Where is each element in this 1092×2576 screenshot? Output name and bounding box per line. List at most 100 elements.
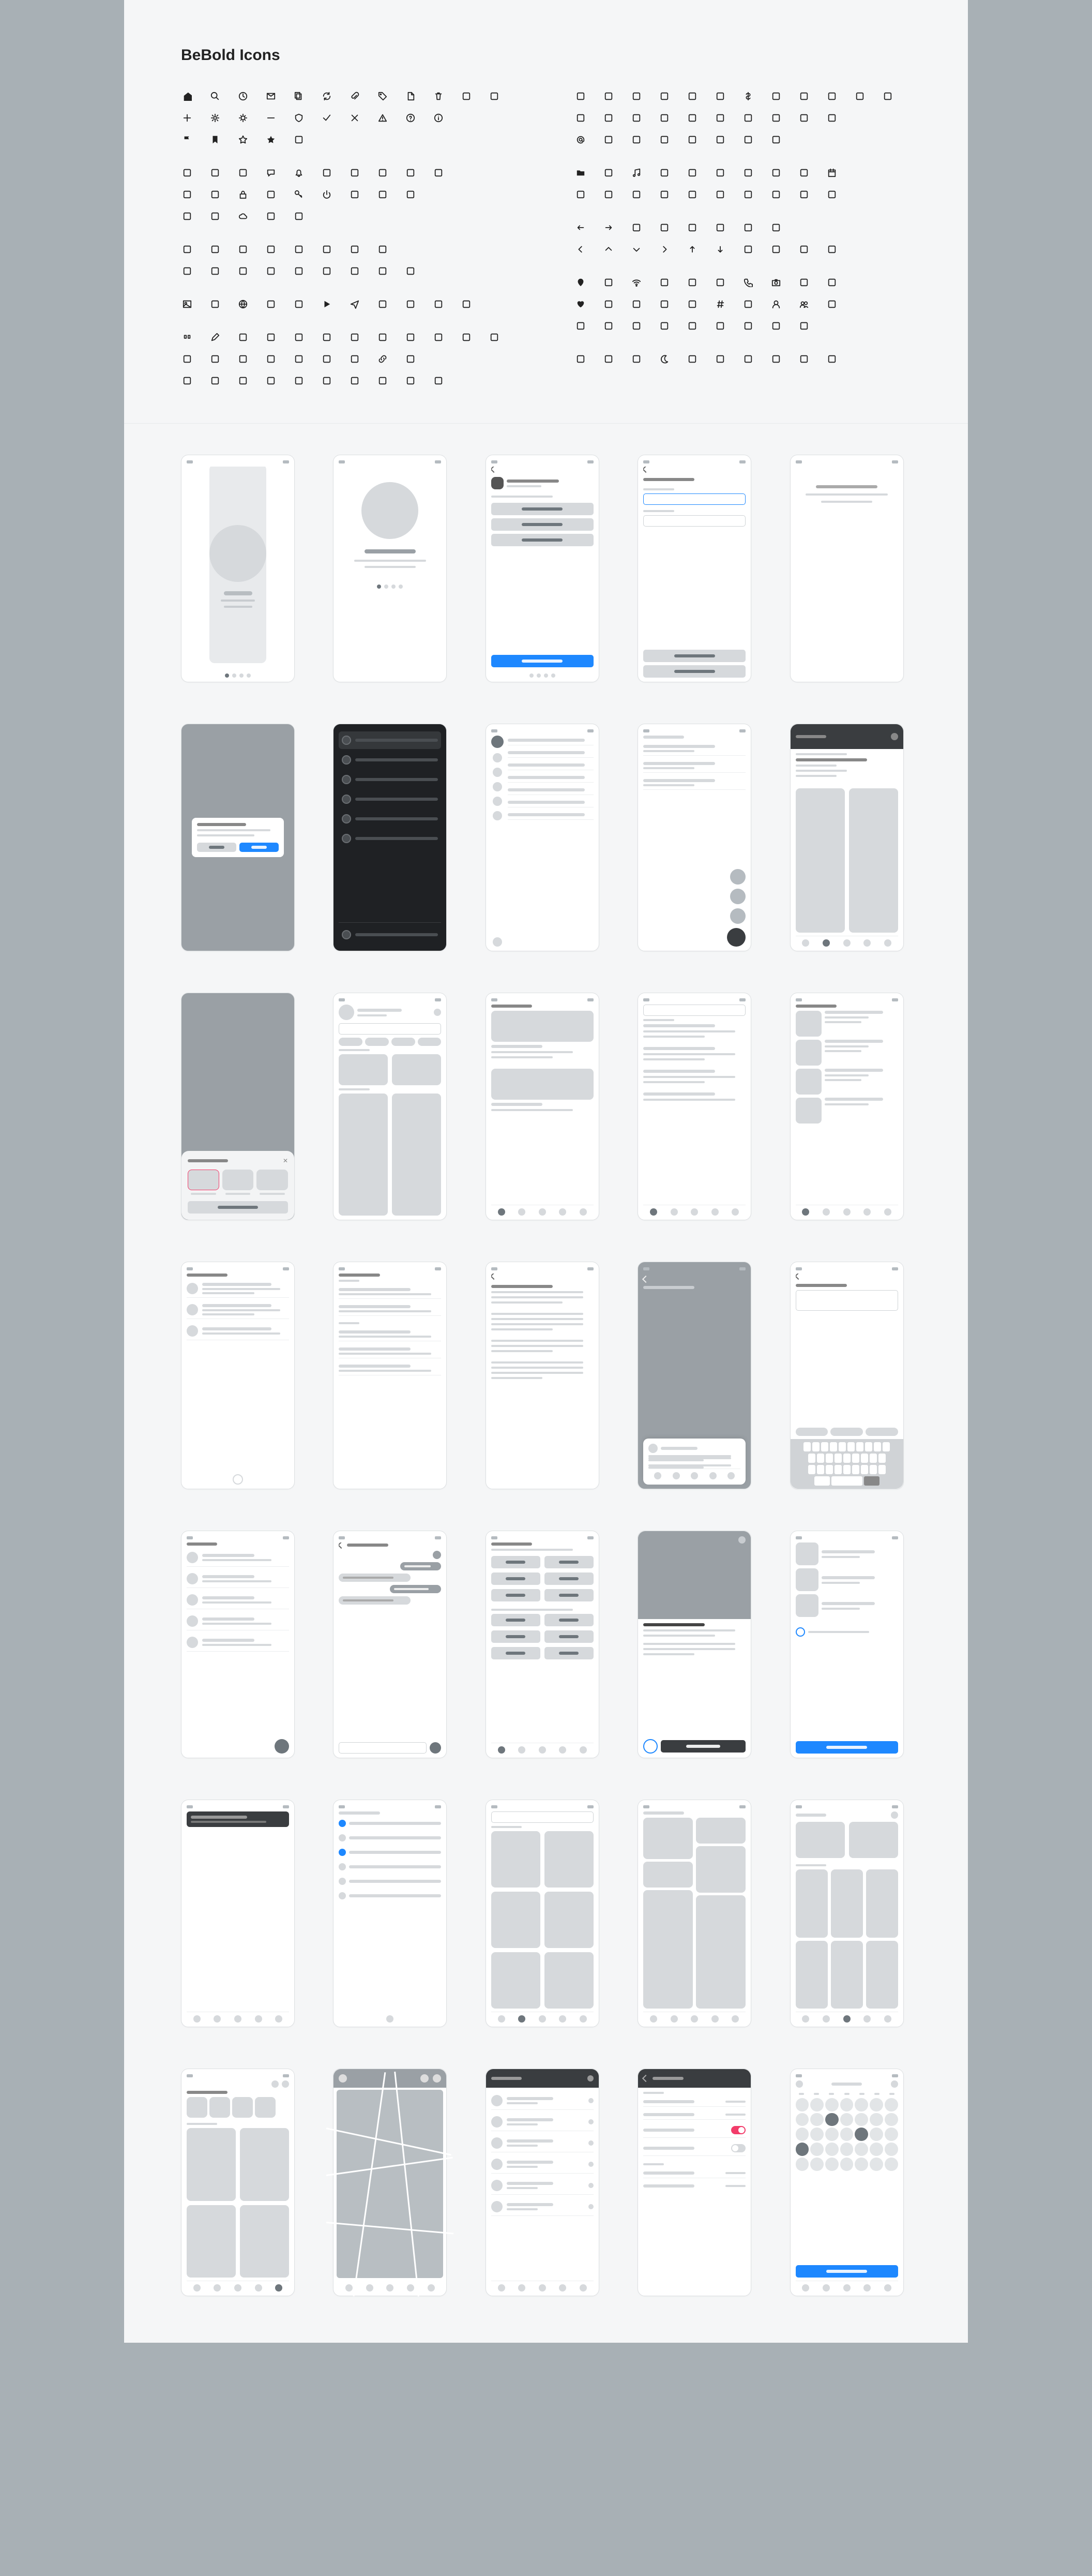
grid-dots-icon [181,243,193,256]
sun-icon [237,112,249,124]
volume-icon [686,167,699,179]
more-v-icon [321,243,333,256]
list-icon [209,243,221,256]
heart-outline-icon [602,298,615,310]
save-button[interactable] [796,2265,898,2278]
confirm-button[interactable] [239,843,279,852]
flashlight-icon [432,167,445,179]
log-out-icon [348,188,361,201]
wireframe-gallery-3col [790,1800,904,2027]
more-h-icon [293,243,305,256]
window-icon [574,90,587,102]
menu-icon [265,243,277,256]
tag-icon [376,90,389,102]
battery-icon [348,167,361,179]
rewind-icon [714,167,726,179]
wireframe-checklist [333,1800,447,2027]
fab-main[interactable] [727,928,746,947]
circle-outline-icon [602,353,615,365]
message-input[interactable] [339,1742,427,1754]
pin2-icon [602,276,615,289]
toggle[interactable] [731,2144,746,2152]
mic2-icon [826,276,838,289]
fab-button[interactable] [275,1739,289,1754]
back-icon[interactable] [491,1274,497,1280]
align-center-icon [209,353,221,365]
submit-button[interactable] [491,655,594,667]
text-size-icon [265,331,277,343]
thermometer-icon [602,133,615,146]
trash3-icon [798,276,810,289]
back-icon[interactable] [643,467,649,473]
keyboard[interactable] [791,1439,903,1489]
calendar-grid[interactable] [796,2098,898,2171]
chevron-down-icon [630,243,643,256]
search-input[interactable] [491,1811,594,1823]
square-icon [714,353,726,365]
crop-icon [237,375,249,387]
back-icon[interactable] [796,1274,802,1280]
phone-icon [742,276,754,289]
toggle[interactable] [731,2126,746,2134]
play-icon [321,298,333,310]
expand-out-icon [686,221,699,234]
add-button[interactable] [661,1740,746,1753]
search-input[interactable] [339,1023,441,1035]
film-icon [658,188,671,201]
text-input[interactable] [796,1290,898,1311]
wireframe-profile-grid [333,993,447,1220]
file-code-icon [798,188,810,201]
wireframe-onboarding-1 [181,455,295,682]
heart-icon [574,298,587,310]
send-button[interactable] [430,1742,441,1754]
wireframe-grid: ✕ [181,455,911,2296]
layout-5-icon [293,265,305,277]
page-title: BeBold Icons [181,47,911,64]
map-view[interactable] [337,2090,443,2278]
cart-icon [209,188,221,201]
toggle2-icon [826,90,838,102]
wireframe-header-tabs [790,724,904,951]
cast-icon [714,276,726,289]
icon-button[interactable] [643,1739,658,1754]
command-icon [714,133,726,146]
help-icon [404,112,417,124]
input-field[interactable] [643,493,746,505]
fab-item[interactable] [730,869,746,885]
plus-icon [181,112,193,124]
arrow-down-icon [714,243,726,256]
collapse-in-icon [714,221,726,234]
music-icon [630,167,643,179]
percent2-icon [882,90,894,102]
wireframe-profile-gallery [181,2069,295,2296]
align-left-icon [181,353,193,365]
wireframe-feed-list [486,993,599,1220]
folder-plus-icon [574,188,587,201]
asterisk-icon [686,133,699,146]
layout-1-icon [181,265,193,277]
wireframe-contacts [486,2069,599,2296]
key-icon [293,188,305,201]
layout-2-icon [209,265,221,277]
wireframe-map [333,2069,447,2296]
input-field[interactable] [643,515,746,527]
user-icon [770,298,782,310]
clock2-icon [460,298,473,310]
mail-icon [265,90,277,102]
search-input[interactable] [643,1005,746,1016]
coffee-icon [630,298,643,310]
section-divider [124,423,968,424]
fab-item[interactable] [730,889,746,904]
back-icon[interactable] [491,467,497,473]
wireframe-chat-thread [333,1531,447,1758]
archive-icon [293,298,305,310]
attach-icon [404,353,417,365]
h-scroll-icon [376,243,389,256]
wireframe-modal [181,724,295,951]
swap-h-icon [630,221,643,234]
smile-icon [404,298,417,310]
checkout-button[interactable] [796,1741,898,1754]
fab-item[interactable] [730,908,746,924]
wireframe-article [486,1262,599,1489]
sun2-icon [658,133,671,146]
